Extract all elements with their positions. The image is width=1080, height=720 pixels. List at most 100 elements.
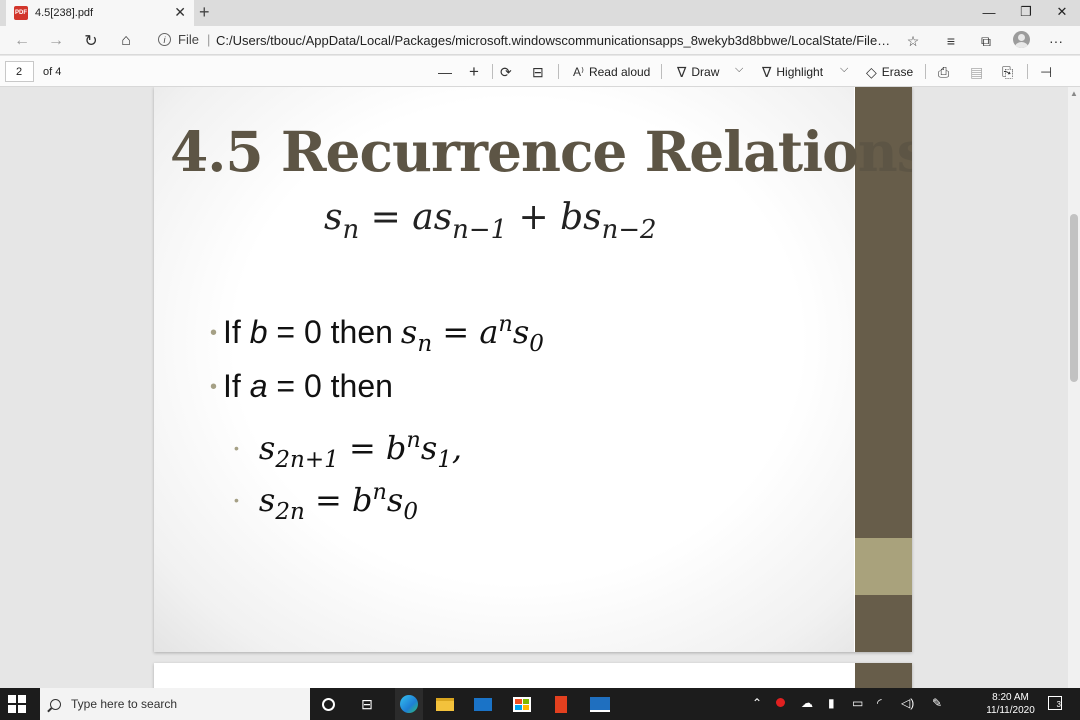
- close-window-button[interactable]: ✕: [1052, 3, 1072, 21]
- rotate-button[interactable]: ⟳: [500, 62, 517, 82]
- collections-icon[interactable]: ⧉: [976, 31, 996, 51]
- formula-term: s: [386, 481, 404, 519]
- wifi-icon[interactable]: ◜: [877, 696, 882, 710]
- formula-term: bs: [560, 197, 602, 238]
- sub-bullet-formula: s2n = bns0: [258, 478, 418, 525]
- windows-start-icon[interactable]: [8, 695, 26, 713]
- erase-button[interactable]: ◇ Erase: [866, 62, 913, 82]
- office-icon[interactable]: [551, 694, 571, 714]
- more-options-icon[interactable]: ···: [1046, 31, 1066, 51]
- show-hidden-icons-chevron[interactable]: ⌃: [752, 696, 762, 710]
- slide-accent-block: [855, 538, 912, 595]
- formula-subscript: 1: [437, 447, 452, 474]
- formula-term: as: [412, 197, 453, 238]
- toolbar-divider: [558, 64, 559, 79]
- pin-toolbar-button[interactable]: ⊣: [1040, 62, 1057, 82]
- search-icon: [50, 698, 61, 710]
- home-icon[interactable]: ⌂: [116, 31, 136, 51]
- tab-pdf[interactable]: PDF 4.5[238].pdf ✕: [6, 0, 194, 26]
- highlight-button[interactable]: ∇ Highlight: [762, 62, 823, 82]
- battery-icon[interactable]: ▭: [852, 696, 863, 710]
- system-clock[interactable]: 8:20 AM 11/11/2020: [983, 691, 1038, 717]
- forward-arrow-icon[interactable]: →: [46, 31, 66, 51]
- scroll-up-icon[interactable]: ▲: [1070, 89, 1078, 98]
- bullet-text: If a = 0 then: [223, 368, 393, 405]
- minimize-button[interactable]: —: [979, 3, 999, 21]
- save-button[interactable]: ▤: [970, 62, 988, 82]
- edge-browser-icon[interactable]: [395, 688, 423, 720]
- microphone-icon[interactable]: ▮: [828, 696, 835, 710]
- draw-pen-icon: ∇: [677, 63, 687, 80]
- formula-subscript: 2n: [275, 499, 305, 526]
- back-arrow-icon[interactable]: ←: [12, 31, 32, 51]
- notification-center-icon[interactable]: 3: [1048, 696, 1062, 710]
- plus-icon: +: [469, 62, 479, 81]
- favorite-star-icon[interactable]: ☆: [903, 31, 923, 51]
- chevron-down-icon[interactable]: ⌵: [735, 63, 743, 76]
- formula-operator: =: [359, 197, 413, 238]
- formula-term: a: [479, 313, 499, 351]
- formula-term: s: [258, 481, 276, 519]
- zoom-out-button[interactable]: —: [438, 62, 457, 82]
- formula-subscript: n: [342, 215, 360, 246]
- scrollbar-thumb[interactable]: [1070, 214, 1078, 382]
- store-icon[interactable]: [512, 694, 532, 714]
- bullet-variable: a: [249, 368, 268, 404]
- profile-avatar[interactable]: [1013, 31, 1030, 48]
- tab-title: 4.5[238].pdf: [35, 7, 94, 19]
- new-tab-button[interactable]: +: [199, 2, 210, 22]
- clock-date: 11/11/2020: [986, 705, 1035, 716]
- slide-title: 4.5 Recurrence Relations: [170, 119, 912, 184]
- toolbar-divider: [661, 64, 662, 79]
- bullet-variable: b: [249, 314, 268, 350]
- read-aloud-button[interactable]: A⁾ Read aloud: [573, 62, 650, 82]
- favorites-list-icon[interactable]: ≡: [941, 31, 961, 51]
- draw-button[interactable]: ∇ Draw: [677, 62, 719, 82]
- page-count-label: of 4: [43, 66, 62, 78]
- pdf-viewport[interactable]: 4.5 Recurrence Relations sn = asn−1 + bs…: [0, 87, 1068, 688]
- formula-operator: =: [432, 313, 480, 351]
- site-info-button[interactable]: i File |: [158, 32, 218, 47]
- tab-close-icon[interactable]: ✕: [174, 5, 186, 19]
- formula-operator: =: [338, 429, 386, 467]
- maximize-button[interactable]: ❐: [1016, 3, 1036, 21]
- rotate-icon: ⟳: [500, 63, 512, 80]
- print-button[interactable]: ⎙: [938, 62, 954, 82]
- url-field[interactable]: C:/Users/tbouc/AppData/Local/Packages/mi…: [216, 33, 896, 48]
- fit-page-button[interactable]: ⊟: [532, 62, 549, 82]
- erase-label: Erase: [881, 65, 914, 79]
- whiteboard-app-icon[interactable]: [590, 694, 610, 714]
- formula-superscript: n: [372, 478, 387, 505]
- recording-icon[interactable]: [776, 696, 785, 710]
- onedrive-cloud-icon[interactable]: ☁: [801, 696, 813, 710]
- taskbar-search-box[interactable]: Type here to search: [40, 688, 310, 720]
- bullet-text: If b = 0 then: [223, 314, 393, 351]
- eraser-icon: ◇: [866, 63, 877, 80]
- refresh-icon[interactable]: ↻: [81, 31, 101, 51]
- bullet-rest: = 0 then: [267, 368, 393, 404]
- toolbar-divider: [1027, 64, 1028, 79]
- recurrence-formula: sn = asn−1 + bsn−2: [324, 197, 657, 245]
- vertical-scrollbar[interactable]: ▲: [1068, 87, 1080, 688]
- zoom-in-button[interactable]: +: [469, 62, 484, 82]
- formula-subscript: n: [417, 331, 433, 358]
- bullet-rest: = 0 then: [267, 314, 393, 350]
- page-number-input[interactable]: [5, 61, 34, 82]
- save-as-button[interactable]: ⎘: [1002, 62, 1018, 82]
- mail-icon[interactable]: [473, 694, 493, 714]
- task-view-icon[interactable]: ⊟: [357, 694, 377, 714]
- formula-operator: +: [507, 197, 561, 238]
- pen-workspace-icon[interactable]: ✎: [932, 696, 942, 710]
- chevron-down-icon[interactable]: ⌵: [840, 63, 848, 76]
- formula-subscript: 0: [529, 331, 544, 358]
- bullet-marker: •: [210, 322, 218, 344]
- cortana-icon[interactable]: [318, 694, 338, 714]
- volume-icon[interactable]: ◁): [901, 696, 914, 710]
- sub-bullet-item: • s2n = bns0: [234, 478, 418, 525]
- sub-bullet-marker: •: [234, 440, 239, 456]
- formula-term: s: [258, 429, 276, 467]
- bullet-marker: •: [210, 376, 218, 398]
- tab-strip: PDF 4.5[238].pdf ✕ + — ❐ ✕: [0, 0, 1080, 26]
- site-info-label: File: [178, 32, 199, 47]
- file-explorer-icon[interactable]: [435, 694, 455, 714]
